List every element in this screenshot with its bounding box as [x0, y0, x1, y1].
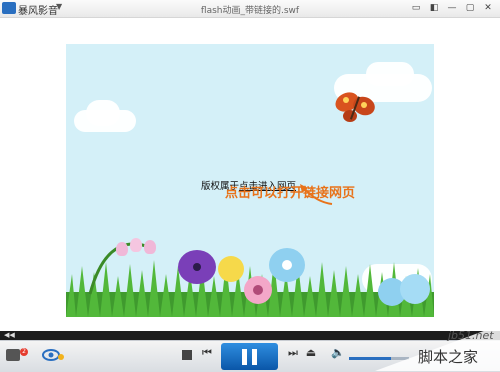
previous-button[interactable]: ⏮ — [200, 346, 214, 362]
close-button[interactable]: ✕ — [480, 1, 496, 15]
eject-button[interactable]: ⏏ — [304, 346, 318, 362]
cloud-left-top — [86, 100, 120, 126]
video-stage: 版权属于点击进入网页 点击可以打开链接网页 — [0, 18, 500, 330]
skin-icon[interactable]: ◧ — [426, 1, 442, 15]
next-button[interactable]: ⏭ — [286, 346, 300, 362]
cloud-right-top — [366, 62, 414, 86]
flash-content[interactable]: 版权属于点击进入网页 — [66, 44, 434, 317]
yellow-flower — [218, 256, 244, 282]
pink-flower — [244, 276, 272, 304]
toolbox-icon[interactable] — [6, 349, 20, 361]
watermark-brand: 脚本之家 — [418, 348, 479, 366]
blue-flower — [269, 248, 305, 282]
seek-back-icon[interactable]: ◀◀ — [4, 331, 15, 340]
title-bar: 暴风影音 ▼ flash动画_带链接的.swf ▭ ◧ — ▢ ✕ — [0, 0, 500, 18]
purple-flower — [178, 250, 216, 284]
annotation-label: 点击可以打开链接网页 — [225, 186, 356, 201]
minimize-button[interactable]: — — [444, 1, 460, 15]
stop-button[interactable] — [182, 350, 192, 360]
bell-flower — [116, 242, 128, 256]
maximize-button[interactable]: ▢ — [462, 1, 478, 15]
blue-flower — [400, 274, 430, 304]
bell-flower — [144, 240, 156, 254]
butterfly-icon — [335, 92, 375, 122]
window-title: flash动画_带链接的.swf — [200, 6, 300, 16]
eye-icon[interactable] — [42, 349, 64, 361]
volume-icon[interactable]: 🔈 — [330, 346, 346, 362]
watermark-site: jb51.net — [448, 329, 494, 342]
notification-badge: 2 — [20, 348, 28, 356]
chat-icon[interactable]: ▭ — [408, 1, 424, 15]
bell-flower — [130, 238, 142, 252]
pause-button[interactable] — [221, 343, 278, 370]
